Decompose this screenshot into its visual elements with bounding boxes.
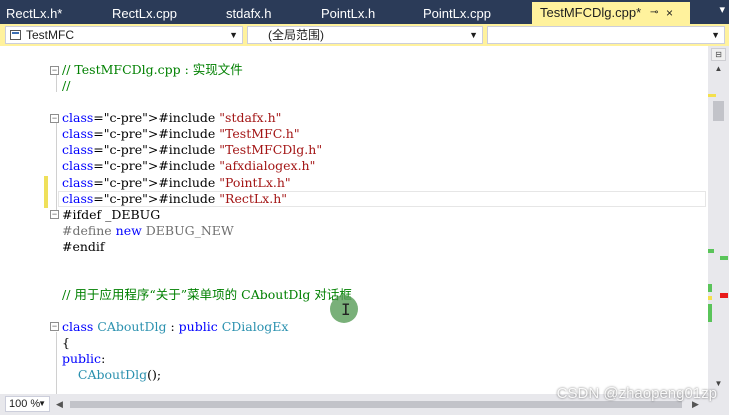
code-line-12: #endif bbox=[62, 239, 105, 254]
code-line-11: #define new DEBUG_NEW bbox=[62, 223, 234, 238]
code-line-9: class="c-pre">#include "RectLx.h" bbox=[62, 191, 287, 206]
code-line-19: public: bbox=[62, 351, 106, 366]
change-mark bbox=[708, 94, 716, 97]
change-mark bbox=[720, 256, 728, 260]
scroll-up-icon[interactable]: ▲ bbox=[711, 63, 726, 76]
code-line-10: #ifdef _DEBUG bbox=[62, 207, 161, 222]
tab-label: stdafx.h bbox=[226, 6, 272, 21]
tab-stdafx-h[interactable]: stdafx.h bbox=[226, 3, 272, 24]
change-indicator bbox=[44, 176, 48, 208]
watermark: CSDN @zhaopeng01zp bbox=[556, 385, 717, 402]
scope-combo[interactable]: (全局范围) ▼ bbox=[247, 26, 483, 44]
zoom-value: 100 % bbox=[9, 398, 41, 410]
code-line-7: class="c-pre">#include "afxdialogex.h" bbox=[62, 158, 316, 173]
chevron-down-icon: ▼ bbox=[229, 30, 238, 40]
tab-label: PointLx.cpp bbox=[423, 6, 491, 21]
tab-label: RectLx.cpp bbox=[112, 6, 178, 21]
navigation-bar: TestMFC ▼ (全局范围) ▼ ▼ bbox=[0, 24, 729, 46]
code-line-18: { bbox=[62, 335, 70, 350]
change-mark bbox=[708, 304, 712, 322]
project-icon bbox=[10, 30, 21, 40]
text-cursor-icon: I bbox=[341, 300, 351, 319]
change-mark bbox=[708, 249, 714, 253]
tab-label: RectLx.h* bbox=[6, 6, 63, 21]
scrollbar-thumb[interactable] bbox=[70, 401, 682, 408]
code-line-17: class CAboutDlg : public CDialogEx bbox=[62, 319, 289, 334]
tab-rectlx-cpp[interactable]: RectLx.cpp bbox=[112, 3, 177, 24]
code-editor[interactable]: − − − − // TestMFCDlg.cpp : 实现文件 // clas… bbox=[0, 46, 708, 394]
tab-pointlx-h[interactable]: PointLx.h bbox=[321, 3, 375, 24]
outline-line bbox=[56, 332, 57, 394]
code-line-20: CAboutDlg(); bbox=[77, 367, 162, 382]
change-mark bbox=[708, 284, 712, 292]
error-mark bbox=[720, 293, 728, 298]
code-line-4: class="c-pre">#include "stdafx.h" bbox=[62, 110, 282, 125]
split-view-icon[interactable]: ⊟ bbox=[711, 48, 726, 61]
tab-rectlx-h[interactable]: RectLx.h* bbox=[6, 3, 62, 24]
tab-pointlx-cpp[interactable]: PointLx.cpp bbox=[423, 3, 491, 24]
zoom-combo[interactable]: 100 % ▼ bbox=[5, 396, 50, 412]
code-line-15: // 用于应用程序“关于”菜单项的 CAboutDlg 对话框 bbox=[62, 287, 352, 302]
change-mark bbox=[708, 296, 712, 300]
outline-line bbox=[56, 72, 57, 92]
code-line-6: class="c-pre">#include "TestMFCDlg.h" bbox=[62, 142, 323, 157]
outline-line bbox=[56, 120, 57, 212]
tab-label: TestMFCDlg.cpp* bbox=[540, 5, 642, 20]
code-line-8: class="c-pre">#include "PointLx.h" bbox=[62, 175, 291, 190]
scroll-left-icon[interactable]: ◀ bbox=[56, 399, 63, 410]
project-combo[interactable]: TestMFC ▼ bbox=[5, 26, 243, 44]
collapse-icon[interactable]: − bbox=[50, 322, 59, 331]
collapse-icon[interactable]: − bbox=[50, 114, 59, 123]
pin-icon[interactable]: ⊸ bbox=[650, 2, 658, 24]
code-line-2: // bbox=[62, 78, 71, 93]
tab-testmfcdlg-cpp[interactable]: TestMFCDlg.cpp* ⊸ × bbox=[532, 2, 690, 24]
project-combo-value: TestMFC bbox=[26, 28, 74, 42]
tab-overflow-chevron-down-icon[interactable]: ▾ bbox=[719, 3, 725, 16]
chevron-down-icon: ▼ bbox=[469, 30, 478, 40]
collapse-icon[interactable]: − bbox=[50, 210, 59, 219]
chevron-down-icon: ▼ bbox=[711, 30, 720, 40]
code-line-1: // TestMFCDlg.cpp : 实现文件 bbox=[62, 62, 243, 77]
document-tab-strip: RectLx.h* RectLx.cpp stdafx.h PointLx.h … bbox=[0, 0, 729, 24]
member-combo[interactable]: ▼ bbox=[487, 26, 725, 44]
code-line-5: class="c-pre">#include "TestMFC.h" bbox=[62, 126, 300, 141]
scrollbar-thumb[interactable] bbox=[713, 101, 724, 121]
close-icon[interactable]: × bbox=[666, 2, 673, 24]
collapse-icon[interactable]: − bbox=[50, 66, 59, 75]
tab-label: PointLx.h bbox=[321, 6, 376, 21]
chevron-down-icon: ▼ bbox=[38, 399, 46, 408]
scope-combo-value: (全局范围) bbox=[268, 28, 324, 42]
vertical-scrollbar[interactable]: ⊟ ▲ ▼ bbox=[708, 46, 729, 394]
